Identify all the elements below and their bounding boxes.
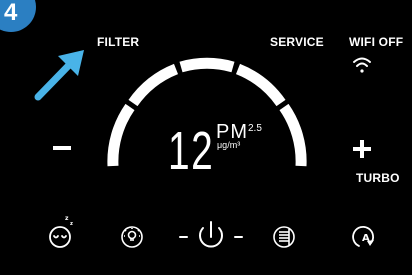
svg-text:z: z	[65, 215, 69, 222]
light-icon[interactable]	[121, 226, 143, 248]
sleep-icon[interactable]: z z	[49, 215, 73, 248]
pointer-arrow-icon	[34, 50, 84, 101]
pm-reading-value: 12	[168, 121, 215, 181]
svg-text:z: z	[70, 221, 73, 227]
increase-speed-button[interactable]	[353, 140, 371, 158]
power-button[interactable]	[179, 221, 243, 248]
svg-text:A: A	[362, 233, 370, 244]
decrease-speed-button[interactable]	[53, 146, 71, 150]
level-arc-segment-5	[279, 103, 307, 167]
wifi-icon	[353, 57, 371, 73]
level-arc-segment-2	[128, 63, 179, 107]
level-arc-segment-4	[235, 63, 286, 107]
power-icon	[199, 221, 223, 248]
pollutant-label: PM	[216, 121, 248, 143]
control-panel: 4 FILTER SERVICE WIFI OFF TURBO z z A 12…	[0, 0, 412, 275]
level-arc-segment-3	[179, 57, 235, 73]
unit-label: μg/m³	[217, 140, 241, 150]
auto-icon[interactable]: A	[352, 226, 374, 247]
filter-icon[interactable]	[273, 226, 295, 248]
level-arc-segment-1	[107, 103, 135, 167]
pollutant-size-label: 2.5	[248, 123, 262, 134]
